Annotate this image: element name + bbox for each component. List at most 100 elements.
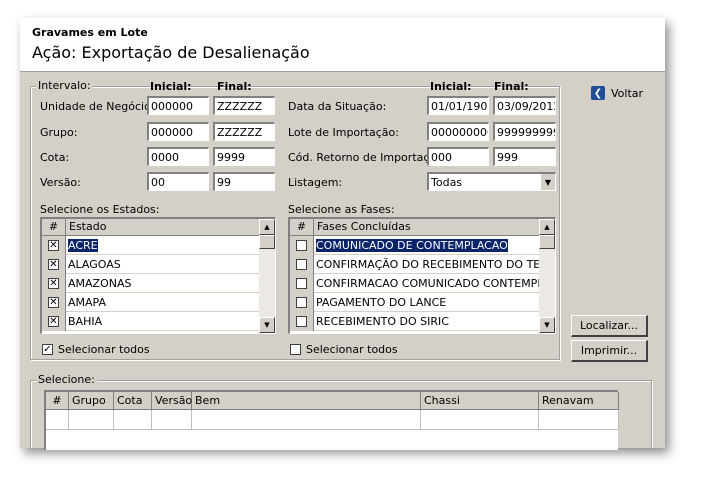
interval-legend: Intervalo: [36, 79, 93, 92]
grid-col-grupo[interactable]: Grupo [69, 392, 114, 410]
phases-list: # Fases Concluídas COMUNICADO DE CONTEMP… [288, 217, 556, 334]
data-situacao-initial-input[interactable]: 01/01/1900 [427, 96, 489, 115]
unidade-initial-input[interactable]: 000000 [147, 96, 209, 115]
list-item-checkbox-cell[interactable] [290, 312, 314, 331]
imprimir-button[interactable]: Imprimir... [571, 340, 648, 362]
grid-col-bem[interactable]: Bem [192, 392, 421, 410]
checkbox-icon[interactable]: ✕ [48, 316, 59, 327]
list-item[interactable]: CONFIRMACAO COMUNICADO CONTEMPLA [290, 274, 551, 293]
field-label-cod-retorno: Cód. Retorno de Importação: [288, 151, 447, 164]
phases-col-name[interactable]: Fases Concluídas [314, 219, 540, 236]
voltar-label: Voltar [611, 86, 644, 100]
lote-initial-input[interactable]: 000000000 [427, 122, 489, 141]
final-label-left: Final: [217, 80, 252, 93]
list-item[interactable]: CONFIRMAÇÃO DO RECEBIMENTO DO TELEG [290, 255, 555, 274]
list-item[interactable]: COMUNICADO DE CONTEMPLACAO [290, 236, 540, 255]
states-scrollbar[interactable]: ▲ ▼ [259, 219, 275, 333]
list-item[interactable]: ✕ AMAPA [42, 293, 260, 312]
versao-initial-input[interactable]: 00 [147, 172, 209, 191]
list-item-checkbox-cell[interactable]: ✕ [42, 312, 66, 331]
checkbox-icon[interactable] [296, 297, 307, 308]
listagem-value: Todas [431, 176, 463, 189]
checkbox-icon[interactable]: ✕ [48, 297, 59, 308]
states-col-num: # [42, 219, 66, 236]
list-item[interactable]: ✕ AMAZONAS [42, 274, 260, 293]
page-title: Ação: Exportação de Desalienação [32, 43, 310, 62]
list-item[interactable]: ✕ ACRE [42, 236, 260, 255]
phases-label: Selecione as Fases: [288, 203, 395, 216]
list-item[interactable]: PAGAMENTO DO LANCE [290, 293, 540, 312]
header: Gravames em Lote Ação: Exportação de Des… [20, 18, 665, 72]
grid-col-renavam[interactable]: Renavam [539, 392, 619, 410]
list-item-checkbox-cell[interactable] [290, 255, 314, 274]
checkbox-icon[interactable]: ✕ [48, 240, 59, 251]
results-grid[interactable]: # Grupo Cota Versão Bem Chassi Renavam [44, 390, 619, 450]
listagem-select[interactable]: Todas ▼ [427, 172, 556, 191]
window: Gravames em Lote Ação: Exportação de Des… [20, 18, 665, 448]
checkbox-icon[interactable] [290, 344, 301, 355]
checkbox-icon[interactable]: ✕ [48, 278, 59, 289]
voltar-button[interactable]: ❮ Voltar [591, 86, 643, 100]
checkbox-icon[interactable]: ✓ [42, 344, 53, 355]
list-item-checkbox-cell[interactable]: ✕ [42, 255, 66, 274]
grid-cell [114, 410, 152, 430]
phases-scrollbar[interactable]: ▲ ▼ [539, 219, 555, 333]
list-item-checkbox-cell[interactable] [290, 293, 314, 312]
list-item[interactable]: RECEBIMENTO DO SIRIC [290, 312, 540, 331]
grid-col-versao[interactable]: Versão [152, 392, 192, 410]
phases-col-num: # [290, 219, 314, 236]
checkbox-icon[interactable] [296, 278, 307, 289]
cota-initial-input[interactable]: 0000 [147, 147, 209, 166]
scroll-thumb[interactable] [539, 235, 555, 249]
grid-col-num[interactable]: # [46, 392, 69, 410]
list-item-label: RECEBIMENTO DO SIRIC [316, 315, 449, 328]
versao-final-input[interactable]: 99 [213, 172, 275, 191]
cod-retorno-initial-input[interactable]: 000 [427, 147, 489, 166]
grid-cell [539, 410, 619, 430]
states-select-all[interactable]: ✓ Selecionar todos [42, 343, 150, 356]
field-label-unidade: Unidade de Negócio: [40, 100, 155, 113]
list-item-label: ALAGOAS [68, 258, 121, 271]
back-arrow-icon: ❮ [591, 86, 605, 100]
lote-final-input[interactable]: 999999999 [493, 122, 556, 141]
field-label-lote: Lote de Importação: [288, 126, 399, 139]
checkbox-icon[interactable]: ✕ [48, 259, 59, 270]
states-col-name[interactable]: Estado [66, 219, 260, 236]
phases-select-all[interactable]: Selecionar todos [290, 343, 398, 356]
list-item-checkbox-cell[interactable] [290, 274, 314, 293]
scroll-up-icon[interactable]: ▲ [539, 219, 555, 235]
scroll-down-icon[interactable]: ▼ [259, 317, 275, 333]
localizar-button[interactable]: Localizar... [571, 315, 648, 337]
list-item-label: ACRE [68, 239, 98, 252]
list-item-label: AMAZONAS [68, 277, 132, 290]
cod-retorno-final-input[interactable]: 999 [493, 147, 556, 166]
scroll-down-icon[interactable]: ▼ [539, 317, 555, 333]
states-label: Selecione os Estados: [40, 203, 160, 216]
list-item-checkbox-cell[interactable]: ✕ [42, 293, 66, 312]
chevron-down-icon[interactable]: ▼ [540, 174, 555, 190]
scroll-up-icon[interactable]: ▲ [259, 219, 275, 235]
scroll-thumb[interactable] [259, 235, 275, 249]
unidade-final-input[interactable]: ZZZZZZ [213, 96, 275, 115]
checkbox-icon[interactable] [296, 259, 307, 270]
grid-cell [69, 410, 114, 430]
list-item-checkbox-cell[interactable] [290, 236, 314, 255]
cota-final-input[interactable]: 9999 [213, 147, 275, 166]
list-item-label: AMAPA [68, 296, 106, 309]
data-situacao-final-input[interactable]: 03/09/2012 [493, 96, 556, 115]
list-item-label: BAHIA [68, 315, 103, 328]
grid-col-cota[interactable]: Cota [114, 392, 152, 410]
checkbox-icon[interactable] [296, 316, 307, 327]
list-item-checkbox-cell[interactable]: ✕ [42, 274, 66, 293]
field-label-versao: Versão: [40, 176, 81, 189]
grupo-final-input[interactable]: ZZZZZZ [213, 122, 275, 141]
field-label-listagem: Listagem: [288, 176, 343, 189]
list-item-checkbox-cell[interactable]: ✕ [42, 236, 66, 255]
grupo-initial-input[interactable]: 000000 [147, 122, 209, 141]
list-item-label: CONFIRMAÇÃO DO RECEBIMENTO DO TELEG [316, 258, 556, 271]
checkbox-icon[interactable] [296, 240, 307, 251]
initial-label-left: Inicial: [150, 80, 192, 93]
list-item[interactable]: ✕ ALAGOAS [42, 255, 260, 274]
list-item[interactable]: ✕ BAHIA [42, 312, 260, 331]
grid-col-chassi[interactable]: Chassi [421, 392, 539, 410]
